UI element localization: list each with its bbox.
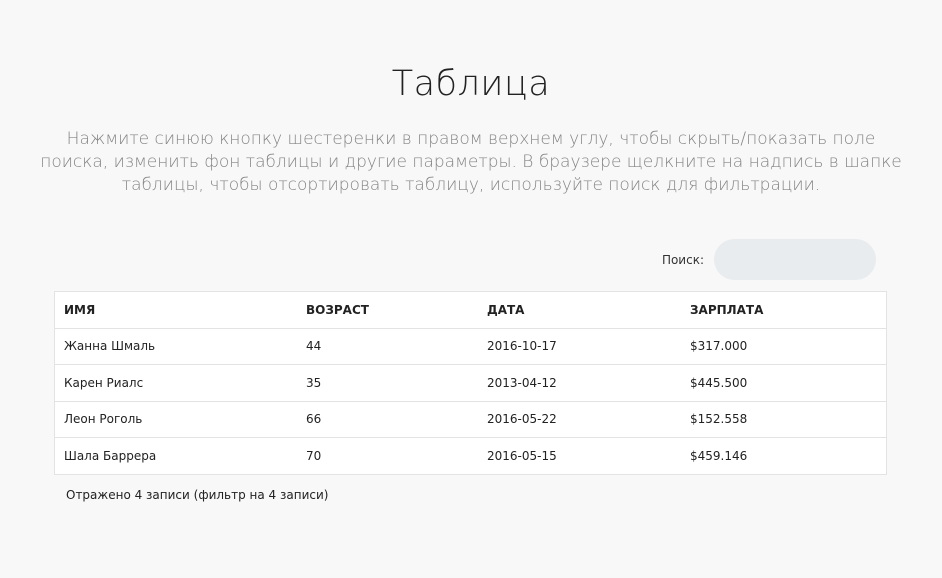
cell-name: Леон Роголь <box>55 401 297 438</box>
cell-name: Карен Риалс <box>55 364 297 402</box>
cell-age: 44 <box>297 328 478 365</box>
data-table: ИМЯ ВОЗРАСТ ДАТА ЗАРПЛАТА Жанна Шмаль 44… <box>55 292 886 474</box>
cell-salary: $317.000 <box>681 328 886 365</box>
cell-salary: $459.146 <box>690 449 748 463</box>
table-header: ИМЯ ВОЗРАСТ ДАТА ЗАРПЛАТА <box>55 292 886 329</box>
column-header-date[interactable]: ДАТА <box>478 292 681 329</box>
cell-age: 70 <box>306 449 322 463</box>
cell-date: 2013-04-12 <box>478 364 681 402</box>
table-info: Отражено 4 записи (фильтр на 4 записи) <box>66 488 329 502</box>
cell-salary: $152.558 <box>681 401 886 438</box>
column-header-salary[interactable]: ЗАРПЛАТА <box>681 292 886 329</box>
page-title: Таблица <box>391 64 551 104</box>
cell-name: Жанна Шмаль <box>55 328 297 365</box>
cell-age: 35 <box>297 364 478 402</box>
search-input[interactable] <box>714 239 876 280</box>
cell-date: 2016-05-22 <box>478 401 681 438</box>
search-bar: Поиск: <box>662 239 876 280</box>
table-row: Леон Роголь 66 2016-05-22 $152.558 <box>55 401 886 438</box>
page: Таблица Нажмите синюю кнопку шестеренки … <box>0 0 942 578</box>
column-header-name[interactable]: ИМЯ <box>55 292 297 329</box>
column-header-age[interactable]: ВОЗРАСТ <box>297 292 478 329</box>
search-label: Поиск: <box>661 252 704 267</box>
cell-name: Шала Баррера <box>64 449 157 463</box>
table-row: Карен Риалс 35 2013-04-12 $445.500 <box>55 364 886 402</box>
table-row: Шала Баррера 70 2016-05-15 $459.146 <box>55 438 886 475</box>
data-table-container: ИМЯ ВОЗРАСТ ДАТА ЗАРПЛАТА Жанна Шмаль 44… <box>54 291 887 475</box>
table-header-row: ИМЯ ВОЗРАСТ ДАТА ЗАРПЛАТА <box>55 292 886 329</box>
table-row: Жанна Шмаль 44 2016-10-17 $317.000 <box>55 328 886 365</box>
cell-date: 2016-10-17 <box>478 328 681 365</box>
page-subtitle: Нажмите синюю кнопку шестеренки в правом… <box>40 129 902 195</box>
cell-age: 66 <box>297 401 478 438</box>
cell-salary: $445.500 <box>681 364 886 402</box>
table-body: Жанна Шмаль 44 2016-10-17 $317.000 Карен… <box>55 328 886 474</box>
cell-date: 2016-05-15 <box>487 449 557 463</box>
